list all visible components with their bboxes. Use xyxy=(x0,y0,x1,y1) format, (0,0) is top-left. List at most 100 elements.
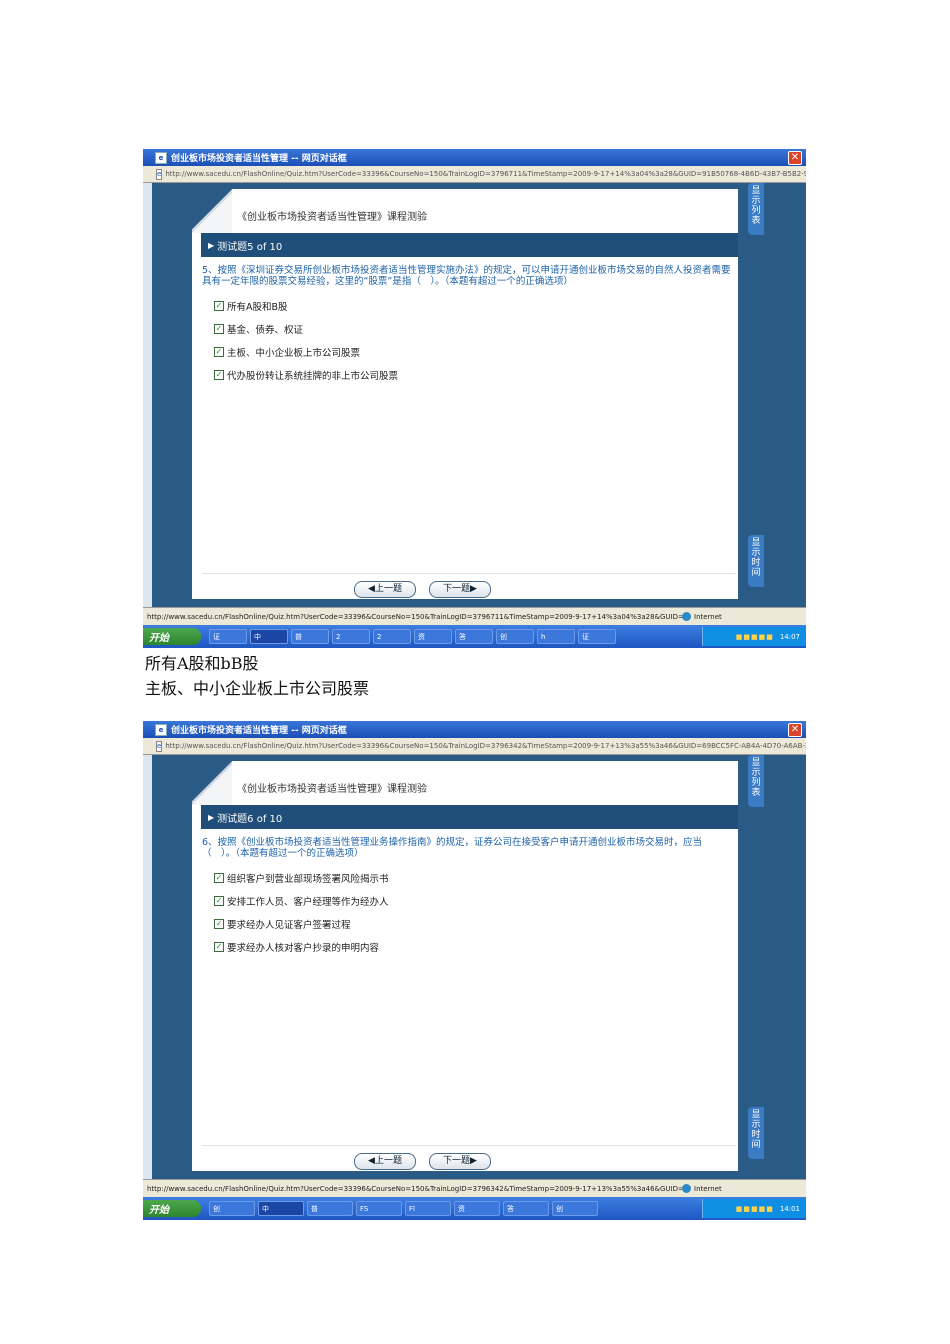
answer-line-2: 主板、中小企业板上市公司股票 xyxy=(145,679,370,698)
address-bar: e http://www.sacedu.cn/FlashOnline/Quiz.… xyxy=(143,738,806,755)
taskbar-item[interactable]: Fl xyxy=(405,1201,451,1216)
dialog-title-bar: e 创业板市场投资者适当性管理 -- 网页对话框 ✕ xyxy=(143,149,806,166)
address-bar: e http://www.sacedu.cn/FlashOnline/Quiz.… xyxy=(143,166,806,183)
clock: 14:01 xyxy=(779,1204,800,1213)
status-bar: http://www.sacedu.cn/FlashOnline/Quiz.ht… xyxy=(143,1179,806,1198)
start-label: 开始 xyxy=(149,1205,169,1216)
page-curl-decoration xyxy=(192,761,232,805)
option-label: 要求经办人见证客户签署过程 xyxy=(227,920,351,931)
screenshot-1: e 创业板市场投资者适当性管理 -- 网页对话框 ✕ e http://www.… xyxy=(143,149,806,648)
window-title: 创业板市场投资者适当性管理 -- 网页对话框 xyxy=(171,726,347,736)
page-icon: e xyxy=(155,723,167,736)
question-text: 5、按照《深圳证券交易所创业板市场投资者适当性管理实施办法》的规定，可以申请开通… xyxy=(202,265,731,287)
globe-icon xyxy=(682,1184,691,1193)
question-header: ▶ 测试题6 of 10 xyxy=(201,805,738,829)
ie-icon: e xyxy=(156,168,163,180)
arrow-right-icon: ▶ xyxy=(208,812,215,822)
close-icon[interactable]: ✕ xyxy=(788,151,802,165)
taskbar-item[interactable]: 资 xyxy=(414,629,452,644)
ie-icon: e xyxy=(156,740,163,752)
taskbar-item[interactable]: 证 xyxy=(209,629,247,644)
next-question-button[interactable]: 下一题▶ xyxy=(429,581,491,598)
course-title: 《创业板市场投资者适当性管理》课程测验 xyxy=(237,784,427,795)
quiz-content: 《创业板市场投资者适当性管理》课程测验 ▶ 测试题5 of 10 5、按照《深圳… xyxy=(152,183,802,607)
option-label: 安排工作人员、客户经理等作为经办人 xyxy=(227,897,389,908)
show-time-tab[interactable]: 显示时间 xyxy=(748,535,764,587)
taskbar-item[interactable]: FS xyxy=(356,1201,402,1216)
option-1[interactable]: ✓ 所有A股和B股 xyxy=(214,299,288,313)
checkbox-checked-icon[interactable]: ✓ xyxy=(214,324,224,334)
next-question-button[interactable]: 下一题▶ xyxy=(429,1153,491,1170)
arrow-right-icon: ▶ xyxy=(208,240,215,250)
checkbox-checked-icon[interactable]: ✓ xyxy=(214,919,224,929)
security-zone: Internet xyxy=(682,1184,722,1193)
option-1[interactable]: ✓ 组织客户到营业部现场签署风险揭示书 xyxy=(214,871,389,885)
option-3[interactable]: ✓ 主板、中小企业板上市公司股票 xyxy=(214,345,360,359)
page-icon: e xyxy=(155,151,167,164)
taskbar-item[interactable]: 创 xyxy=(496,629,534,644)
divider xyxy=(202,573,736,574)
globe-icon xyxy=(682,612,691,621)
status-bar: http://www.sacedu.cn/FlashOnline/Quiz.ht… xyxy=(143,607,806,626)
status-url: http://www.sacedu.cn/FlashOnline/Quiz.ht… xyxy=(147,613,684,621)
divider xyxy=(202,1145,736,1146)
option-label: 基金、债券、权证 xyxy=(227,325,304,336)
prev-question-button[interactable]: ◀上一题 xyxy=(354,581,416,598)
taskbar-item[interactable]: 证 xyxy=(578,629,616,644)
left-strip xyxy=(143,755,152,1179)
checkbox-checked-icon[interactable]: ✓ xyxy=(214,370,224,380)
clock: 14:07 xyxy=(779,632,800,641)
taskbar-item[interactable]: 创 xyxy=(209,1201,255,1216)
option-3[interactable]: ✓ 要求经办人见证客户签署过程 xyxy=(214,917,351,931)
taskbar-item[interactable]: 2 xyxy=(332,629,370,644)
question-text: 6、按照《创业板市场投资者适当性管理业务操作指南》的规定，证券公司在接受客户申请… xyxy=(202,837,703,859)
taskbar-item[interactable]: 答 xyxy=(455,629,493,644)
option-2[interactable]: ✓ 安排工作人员、客户经理等作为经办人 xyxy=(214,894,389,908)
show-list-tab[interactable]: 显示列表 xyxy=(748,183,764,235)
taskbar-item[interactable]: 2 xyxy=(373,629,411,644)
taskbar-item[interactable]: 中 xyxy=(258,1201,304,1216)
quiz-card: 《创业板市场投资者适当性管理》课程测验 ▶ 测试题6 of 10 6、按照《创业… xyxy=(192,761,738,1171)
tray-icons[interactable]: ■■■■■ xyxy=(736,633,774,641)
option-2[interactable]: ✓ 基金、债券、权证 xyxy=(214,322,303,336)
course-title: 《创业板市场投资者适当性管理》课程测验 xyxy=(237,212,427,223)
taskbar-item[interactable]: 普 xyxy=(307,1201,353,1216)
show-time-tab[interactable]: 显示时间 xyxy=(748,1107,764,1159)
taskbar-item[interactable]: h xyxy=(537,629,575,644)
zone-label: Internet xyxy=(694,1184,722,1193)
answer-line-1: 所有A股和bB股 xyxy=(145,654,259,673)
taskbar: 开始 证 中 普 2 2 资 答 创 h 证 ■■■■■ 14:07 xyxy=(143,625,806,648)
page-curl-decoration xyxy=(192,189,232,233)
taskbar-item[interactable]: 普 xyxy=(291,629,329,644)
tray-icons[interactable]: ■■■■■ xyxy=(736,1205,774,1213)
address-url: http://www.sacedu.cn/FlashOnline/Quiz.ht… xyxy=(165,742,806,750)
left-strip xyxy=(143,183,152,607)
prev-question-button[interactable]: ◀上一题 xyxy=(354,1153,416,1170)
taskbar-item[interactable]: 中 xyxy=(250,629,288,644)
system-tray: ■■■■■ 14:01 xyxy=(702,1199,806,1218)
taskbar-item[interactable]: 答 xyxy=(503,1201,549,1216)
dialog-title-bar: e 创业板市场投资者适当性管理 -- 网页对话框 ✕ xyxy=(143,721,806,738)
show-list-tab[interactable]: 显示列表 xyxy=(748,755,764,807)
checkbox-checked-icon[interactable]: ✓ xyxy=(214,347,224,357)
close-icon[interactable]: ✕ xyxy=(788,723,802,737)
checkbox-checked-icon[interactable]: ✓ xyxy=(214,301,224,311)
option-label: 要求经办人核对客户抄录的申明内容 xyxy=(227,943,380,954)
checkbox-checked-icon[interactable]: ✓ xyxy=(214,873,224,883)
option-label: 所有A股和B股 xyxy=(227,302,288,313)
taskbar-item[interactable]: 资 xyxy=(454,1201,500,1216)
zone-label: Internet xyxy=(694,612,722,621)
checkbox-checked-icon[interactable]: ✓ xyxy=(214,896,224,906)
checkbox-checked-icon[interactable]: ✓ xyxy=(214,942,224,952)
taskbar-item[interactable]: 创 xyxy=(552,1201,598,1216)
start-label: 开始 xyxy=(149,633,169,644)
option-4[interactable]: ✓ 要求经办人核对客户抄录的申明内容 xyxy=(214,940,379,954)
window-title: 创业板市场投资者适当性管理 -- 网页对话框 xyxy=(171,154,347,164)
start-button[interactable]: 开始 xyxy=(143,1200,201,1217)
option-label: 组织客户到营业部现场签署风险揭示书 xyxy=(227,874,389,885)
option-label: 主板、中小企业板上市公司股票 xyxy=(227,348,361,359)
option-4[interactable]: ✓ 代办股份转让系统挂牌的非上市公司股票 xyxy=(214,368,398,382)
start-button[interactable]: 开始 xyxy=(143,628,201,645)
address-url: http://www.sacedu.cn/FlashOnline/Quiz.ht… xyxy=(165,170,806,178)
system-tray: ■■■■■ 14:07 xyxy=(702,627,806,646)
